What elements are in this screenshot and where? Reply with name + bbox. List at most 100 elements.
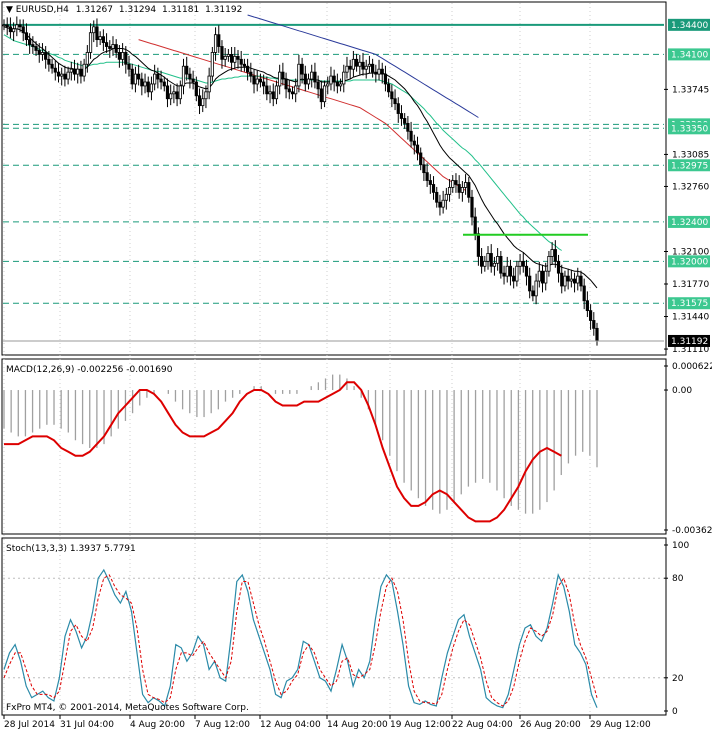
candle-body — [178, 85, 182, 100]
candle-body — [489, 253, 493, 267]
candle-body — [470, 196, 474, 218]
candle-body — [66, 71, 70, 80]
candle-body — [239, 58, 243, 65]
macd-axis: 0.000622 0.00 -0.003623 — [664, 362, 712, 536]
candle-body — [483, 260, 487, 267]
candle-body — [233, 55, 237, 63]
time-tick-label: 29 Aug 12:00 — [590, 720, 651, 730]
candle-body — [588, 310, 593, 321]
candle-body — [252, 75, 256, 85]
candle-body — [338, 83, 343, 87]
low-value: 1.31181 — [162, 5, 199, 15]
candle-body — [159, 78, 163, 83]
stoch-tick-label: 80 — [672, 574, 684, 584]
candle-body — [387, 83, 391, 93]
candle-body — [521, 260, 525, 267]
level-price-label: 1.34100 — [671, 50, 708, 60]
time-axis: 28 Jul 2014 31 Jul 04:00 4 Aug 20:00 7 Aug … — [3, 715, 651, 730]
level-price-label: 1.32975 — [671, 161, 708, 171]
price-tick-label: 1.31110 — [672, 345, 709, 355]
candle-body — [351, 58, 355, 70]
candle-body — [435, 191, 439, 203]
candle-body — [229, 54, 234, 63]
level-price-label: 1.32400 — [671, 218, 708, 228]
candle-body — [217, 34, 221, 47]
candle-body — [37, 50, 41, 55]
candle-body — [60, 73, 64, 77]
triangle-down-icon: ▼ — [6, 5, 13, 15]
candle-body — [454, 180, 458, 185]
candle-body — [201, 98, 205, 107]
candle-body — [268, 91, 272, 95]
candle-body — [399, 113, 404, 119]
candle-body — [121, 52, 125, 60]
candle-body — [188, 73, 192, 80]
candle-body — [300, 63, 304, 75]
candle-body — [476, 233, 481, 257]
candle-body — [534, 280, 538, 297]
candle-body — [72, 68, 77, 75]
candle-body — [79, 68, 83, 77]
symbol-header: ▼ EURUSD,H4 1.31267 1.31294 1.31181 1.31… — [6, 5, 242, 15]
candle-body — [278, 71, 282, 87]
candle-body — [249, 71, 253, 77]
candle-body — [515, 265, 519, 282]
candle-body — [444, 193, 448, 201]
candle-body — [197, 95, 202, 107]
candle-body — [185, 65, 189, 75]
candle-body — [473, 216, 477, 235]
candle-body — [419, 152, 423, 166]
candle-body — [258, 78, 263, 83]
candle-body — [367, 63, 372, 67]
candle-body — [287, 88, 291, 93]
candle-body — [322, 85, 327, 103]
candle-body — [383, 73, 388, 85]
candle-body — [204, 91, 208, 100]
high-value: 1.31294 — [119, 5, 156, 15]
candle-body — [18, 24, 22, 28]
candle-body — [28, 39, 32, 45]
candle-body — [213, 34, 218, 53]
candle-body — [313, 71, 317, 83]
candle-body — [569, 278, 573, 282]
candle-body — [56, 71, 61, 77]
candle-body — [310, 71, 314, 80]
candle-body — [457, 184, 461, 193]
candle-body — [220, 46, 224, 60]
candle-body — [226, 54, 230, 57]
candle-body — [140, 78, 144, 87]
candle-body — [425, 172, 429, 181]
macd-label: MACD(12,26,9) -0.002256 -0.001690 — [6, 365, 173, 375]
candle-body — [53, 67, 57, 73]
price-tick-label: 1.31440 — [672, 313, 709, 323]
candle-body — [447, 187, 452, 195]
candle-body — [422, 164, 426, 174]
candle-body — [560, 272, 564, 287]
candle-body — [124, 52, 128, 65]
candle-body — [403, 118, 407, 124]
candle-body — [576, 275, 580, 284]
candle-body — [284, 78, 288, 90]
candle-body — [499, 256, 503, 274]
candle-body — [281, 71, 285, 80]
candle-body — [374, 71, 378, 75]
candle-body — [207, 75, 211, 93]
candle-body — [354, 58, 359, 67]
time-tick-label: 19 Aug 12:00 — [390, 720, 451, 730]
candle-body — [585, 300, 589, 312]
time-tick-label: 31 Jul 04:00 — [60, 720, 114, 730]
candle-body — [181, 65, 186, 87]
candle-body — [326, 83, 330, 87]
symbol-label: EURUSD,H4 — [16, 5, 69, 15]
candle-body — [5, 24, 9, 28]
candle-body — [153, 73, 157, 85]
candle-body — [265, 85, 269, 95]
level-price-label: 1.32000 — [671, 257, 708, 267]
candle-body — [210, 52, 214, 77]
candle-body — [294, 85, 298, 95]
candle-body — [451, 180, 455, 188]
candle-body — [50, 63, 54, 69]
candle-body — [524, 265, 529, 277]
candle-body — [8, 26, 13, 33]
candle-body — [111, 44, 115, 49]
